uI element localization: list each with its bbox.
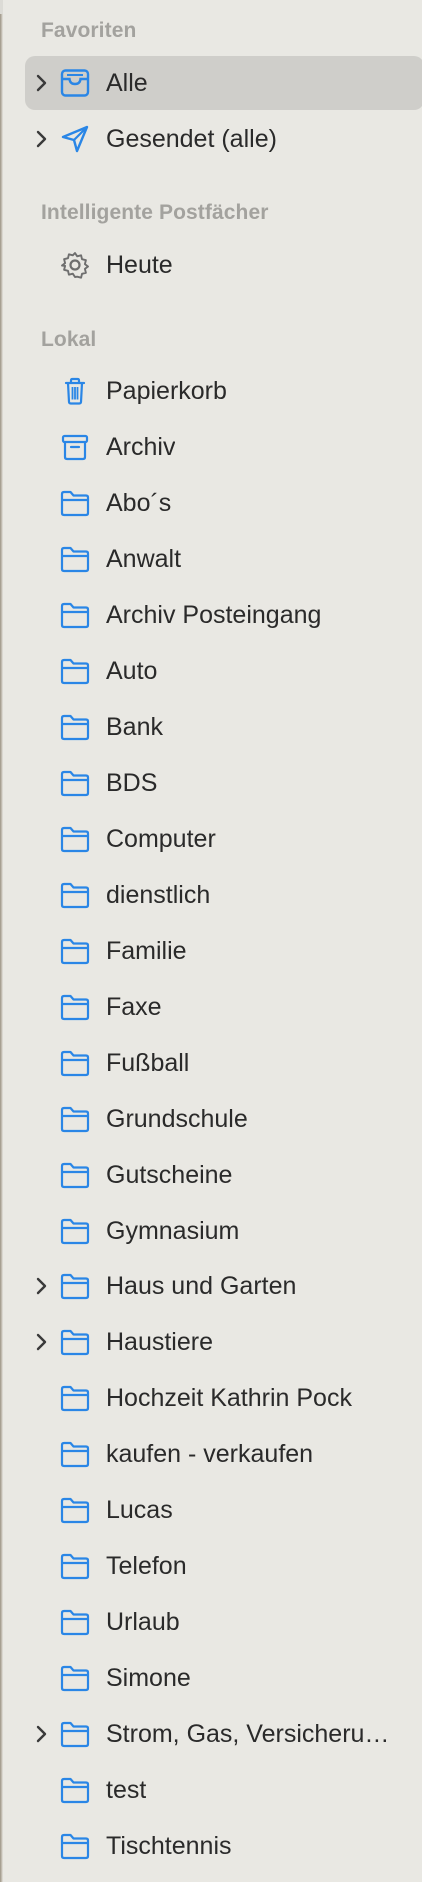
- sidebar-item-label: Papierkorb: [106, 376, 227, 405]
- trash-icon: [59, 376, 91, 406]
- sidebar-folder-tischtennis[interactable]: Tischtennis: [25, 1819, 422, 1873]
- sidebar-item-label: Auto: [106, 656, 158, 685]
- folder-icon: [59, 1439, 91, 1469]
- sidebar-item-label: Archiv: [106, 432, 176, 461]
- chevron-right-icon[interactable]: [33, 73, 49, 93]
- sidebar-item-gesendet[interactable]: Gesendet (alle): [25, 112, 422, 166]
- sidebar-folder-archiv-posteingang[interactable]: Archiv Posteingang: [25, 588, 422, 642]
- folder-icon: [59, 1551, 91, 1581]
- sidebar-item-label: BDS: [106, 768, 158, 797]
- folder-icon: [59, 824, 91, 854]
- sidebar-folder-strom-gas-versicherung[interactable]: Strom, Gas, Versicheru…: [25, 1707, 422, 1761]
- sidebar-folder-grundschule[interactable]: Grundschule: [25, 1092, 422, 1146]
- sidebar-folder-urlaub[interactable]: Urlaub: [25, 1595, 422, 1649]
- folder-icon: [59, 1160, 91, 1190]
- sidebar-folder-simone[interactable]: Simone: [25, 1651, 422, 1705]
- folder-icon: [59, 768, 91, 798]
- sidebar-item-label: Bank: [106, 712, 163, 741]
- sidebar-item-heute[interactable]: Heute: [25, 238, 422, 292]
- archive-box-icon: [59, 432, 91, 462]
- folder-icon: [59, 488, 91, 518]
- sidebar-item-label: Haustiere: [106, 1327, 213, 1356]
- sidebar-item-alle[interactable]: Alle: [25, 56, 422, 110]
- folder-icon: [59, 1495, 91, 1525]
- sidebar-item-label: Gutscheine: [106, 1160, 233, 1189]
- sidebar-folder-abos[interactable]: Abo´s: [25, 476, 422, 530]
- sidebar-item-label: Alle: [106, 68, 148, 97]
- sidebar-item-label: Haus und Garten: [106, 1271, 297, 1300]
- sidebar-folder-test[interactable]: test: [25, 1763, 422, 1817]
- sidebar-item-label: Faxe: [106, 992, 162, 1021]
- sidebar-folder-telefon[interactable]: Telefon: [25, 1539, 422, 1593]
- folder-icon: [59, 1271, 91, 1301]
- sidebar-folder-gymnasium[interactable]: Gymnasium: [25, 1204, 422, 1258]
- folder-icon: [59, 1216, 91, 1246]
- folder-icon: [59, 1104, 91, 1134]
- chevron-right-icon[interactable]: [33, 129, 49, 149]
- folder-icon: [59, 544, 91, 574]
- sidebar-folder-haustiere[interactable]: Haustiere: [25, 1315, 422, 1369]
- sidebar-item-label: Grundschule: [106, 1104, 248, 1133]
- sidebar-item-label: Gymnasium: [106, 1216, 240, 1245]
- sidebar-folder-kaufen-verkaufen[interactable]: kaufen - verkaufen: [25, 1427, 422, 1481]
- chevron-right-icon[interactable]: [33, 1724, 49, 1744]
- folder-icon: [59, 936, 91, 966]
- sidebar-item-label: kaufen - verkaufen: [106, 1439, 314, 1468]
- sidebar-item-label: Urlaub: [106, 1607, 180, 1636]
- folder-icon: [59, 992, 91, 1022]
- inbox-tray-icon: [59, 68, 91, 98]
- sidebar-folder-fussball[interactable]: Fußball: [25, 1036, 422, 1090]
- folder-icon: [59, 1831, 91, 1861]
- sidebar-item-label: Computer: [106, 824, 216, 853]
- folder-icon: [59, 656, 91, 686]
- folder-icon: [59, 1048, 91, 1078]
- sidebar-item-label: Tischtennis: [106, 1831, 232, 1860]
- sidebar-item-label: Telefon: [106, 1551, 187, 1580]
- sidebar-item-label: Fußball: [106, 1048, 190, 1077]
- chevron-right-icon[interactable]: [33, 1332, 49, 1352]
- chevron-right-icon[interactable]: [33, 1276, 49, 1296]
- sidebar-item-label: test: [106, 1775, 147, 1804]
- sidebar-item-label: Gesendet (alle): [106, 124, 277, 153]
- sidebar-item-label: Hochzeit Kathrin Pock: [106, 1383, 352, 1412]
- mailbox-sidebar: Favoriten Alle Gesendet (alle) Intellige…: [3, 0, 422, 1882]
- section-header-smart-mailboxes: Intelligente Postfächer: [41, 201, 269, 224]
- sidebar-folder-faxe[interactable]: Faxe: [25, 980, 422, 1034]
- sidebar-item-label: Lucas: [106, 1495, 173, 1524]
- sidebar-folder-lucas[interactable]: Lucas: [25, 1483, 422, 1537]
- sidebar-item-label: Archiv Posteingang: [106, 600, 322, 629]
- gear-icon: [59, 250, 91, 280]
- folder-icon: [59, 1775, 91, 1805]
- sidebar-folder-hochzeit-kathrin-pock[interactable]: Hochzeit Kathrin Pock: [25, 1371, 422, 1425]
- sidebar-folder-computer[interactable]: Computer: [25, 812, 422, 866]
- sidebar-item-archiv[interactable]: Archiv: [25, 420, 422, 474]
- sidebar-item-papierkorb[interactable]: Papierkorb: [25, 364, 422, 418]
- sidebar-folder-familie[interactable]: Familie: [25, 924, 422, 978]
- sidebar-folder-bds[interactable]: BDS: [25, 756, 422, 810]
- folder-icon: [59, 880, 91, 910]
- sidebar-folder-auto[interactable]: Auto: [25, 644, 422, 698]
- folder-icon: [59, 1663, 91, 1693]
- sidebar-item-label: Simone: [106, 1663, 191, 1692]
- folder-icon: [59, 1719, 91, 1749]
- folder-icon: [59, 1383, 91, 1413]
- section-header-favorites: Favoriten: [41, 19, 137, 42]
- folder-icon: [59, 1607, 91, 1637]
- sidebar-folder-gutscheine[interactable]: Gutscheine: [25, 1148, 422, 1202]
- section-header-local: Lokal: [41, 328, 97, 351]
- sidebar-item-label: Heute: [106, 250, 173, 279]
- folder-icon: [59, 712, 91, 742]
- sidebar-folder-haus-und-garten[interactable]: Haus und Garten: [25, 1259, 422, 1313]
- sidebar-item-label: Strom, Gas, Versicheru…: [106, 1719, 390, 1748]
- sidebar-item-label: Familie: [106, 936, 187, 965]
- sidebar-folder-bank[interactable]: Bank: [25, 700, 422, 754]
- paper-plane-icon: [59, 124, 91, 154]
- sidebar-item-label: Abo´s: [106, 488, 172, 517]
- folder-icon: [59, 1327, 91, 1357]
- sidebar-item-label: Anwalt: [106, 544, 182, 573]
- folder-icon: [59, 600, 91, 630]
- sidebar-item-label: dienstlich: [106, 880, 211, 909]
- sidebar-folder-anwalt[interactable]: Anwalt: [25, 532, 422, 586]
- sidebar-folder-dienstlich[interactable]: dienstlich: [25, 868, 422, 922]
